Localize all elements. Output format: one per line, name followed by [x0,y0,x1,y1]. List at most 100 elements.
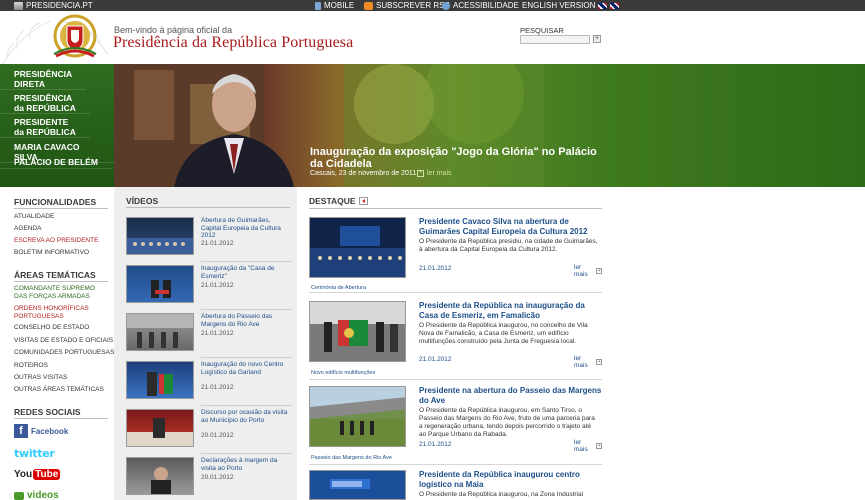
news-date: 21.01.2012 [419,356,452,363]
news-date: 21.01.2012 [419,265,452,272]
rss-icon [364,1,373,10]
video-item[interactable]: Inauguração do novo Centro Logístico da … [126,361,292,406]
video-thumbnail[interactable] [126,361,194,399]
video-item[interactable]: Abertura de Guimarães, Capital Europeia … [126,217,292,262]
video-title[interactable]: Discurso por ocasião da visita ao Municí… [201,409,291,424]
video-item[interactable]: Discurso por ocasião da visita ao Municí… [126,409,292,454]
divider [201,357,292,358]
news-thumbnail[interactable] [309,301,406,362]
news-thumbnail[interactable] [309,470,406,500]
videos-label: videos [27,490,59,500]
news-title[interactable]: Presidente da República na inauguração d… [419,301,603,320]
coat-of-arms-logo[interactable] [46,14,104,61]
english-version-link[interactable]: ENGLISH VERSION [522,0,620,11]
news-thumbnail[interactable] [309,386,406,447]
video-title[interactable]: Inauguração do novo Centro Logístico da … [201,361,291,376]
nav-presidencia-direta[interactable]: PRESIDÊNCIA DIRETA [0,69,87,90]
previous-arrow-icon[interactable] [358,197,368,205]
video-thumbnail[interactable] [126,217,194,255]
read-more-link[interactable]: ler mais + [574,439,602,453]
video-thumbnail[interactable] [126,265,194,303]
link-boletim[interactable]: BOLETIM INFORMATIVO [14,249,89,257]
english-label: ENGLISH VERSION [522,1,596,10]
nav-palacio-belem[interactable]: PALÁCIO DE BELÉM [0,157,112,169]
link-roteiros[interactable]: ROTEIROS [14,362,48,370]
site-link[interactable]: PRESIDENCIA.PT [14,0,93,11]
thumbnail-image [147,372,173,396]
link-comunidades[interactable]: COMUNIDADES PORTUGUESAS [14,349,114,357]
news-item[interactable]: Presidente da República inaugurou centro… [309,470,602,500]
search-input[interactable] [520,35,590,44]
rss-link[interactable]: SUBSCREVER RSS [364,0,450,11]
mobile-link[interactable]: MOBILE [315,0,354,11]
news-item[interactable]: Cerimónia de Abertura Presidente Cavaco … [309,217,602,295]
twitter-link[interactable]: twitter [14,447,55,460]
plus-icon: + [417,170,424,177]
facebook-link[interactable]: f Facebook [14,424,68,438]
read-more-link[interactable]: ler mais + [574,264,602,278]
news-summary: O Presidente da República inaugurou, no … [419,322,588,345]
divider [309,379,602,380]
news-title[interactable]: Presidente na abertura do Passeio das Ma… [419,386,603,405]
divider [309,292,602,293]
news-summary: O Presidente da República presidiu, na c… [419,238,598,253]
video-title[interactable]: Inauguração da "Casa de Esmeriz" [201,265,291,280]
video-title[interactable]: Declarações à margem da visita ao Porto [201,457,291,472]
link-atualidade[interactable]: ATUALIDADE [14,213,54,221]
divider [201,309,292,310]
hero-banner[interactable]: Inauguração da exposição "Jogo da Glória… [114,64,865,187]
hero-title[interactable]: Inauguração da exposição "Jogo da Glória… [310,146,610,170]
news-thumbnail[interactable] [309,217,406,278]
link-visitas-estado[interactable]: VISITAS DE ESTADO E OFICIAIS [14,337,113,345]
link-agenda[interactable]: AGENDA [14,225,41,233]
read-more-link[interactable]: ler mais + [574,355,602,369]
main-nav: PRESIDÊNCIA DIRETA PRESIDÊNCIA da REPÚBL… [0,64,114,187]
news-item[interactable]: Passeio das Margens do Rio Ave President… [309,386,602,466]
video-item[interactable]: Declarações à margem da visita ao Porto … [126,457,292,497]
divider [201,405,292,406]
video-thumbnail[interactable] [126,313,194,351]
thumbnail-image [127,314,193,348]
funcionalidades-heading: FUNCIONALIDADES [14,197,97,207]
news-title[interactable]: Presidente Cavaco Silva na abertura de G… [419,217,603,236]
video-title[interactable]: Abertura do Passeio das Margens do Rio A… [201,313,291,328]
accessibility-link[interactable]: ACESSIBILIDADE [442,0,519,11]
video-camera-icon [14,491,24,500]
video-item[interactable]: Abertura do Passeio das Margens do Rio A… [126,313,292,358]
news-title[interactable]: Presidente da República inaugurou centro… [419,470,603,489]
accessibility-label: ACESSIBILIDADE [453,1,519,10]
link-conselho-estado[interactable]: CONSELHO DE ESTADO [14,324,89,332]
video-thumbnail[interactable] [126,409,194,447]
link-outras-visitas[interactable]: OUTRAS VISITAS [14,374,67,382]
read-more-label: ler mais [574,355,588,369]
youtube-logo: You Tube [14,469,61,480]
link-ordens-honorificas[interactable]: ORDENS HONORÍFICAS PORTUGUESAS [14,305,89,321]
link-line: COMANDANTE SUPREMO [14,285,95,292]
nav-presidencia-republica[interactable]: PRESIDÊNCIA da REPÚBLICA [0,93,90,114]
thumbnail-image [151,467,171,494]
left-sidebar: FUNCIONALIDADES ATUALIDADE AGENDA ESCREV… [0,187,114,500]
thumbnail-image [310,387,405,446]
youtube-tube: Tube [33,469,61,480]
plus-icon: + [596,443,602,449]
link-outras-areas[interactable]: OUTRAS ÁREAS TEMÁTICAS [14,386,104,394]
videos-link[interactable]: videos [14,490,59,500]
divider [201,453,292,454]
facebook-label: Facebook [31,426,69,436]
search-button[interactable]: + [593,35,601,43]
video-date: 20.01.2012 [201,474,234,481]
video-thumbnail[interactable] [126,457,194,495]
divider [309,208,602,209]
nav-presidente-republica[interactable]: PRESIDENTE da REPÚBLICA [0,117,90,138]
news-summary: O Presidente da República inaugurou, em … [419,407,595,438]
thumbnail-caption: Passeio das Margens do Rio Ave [311,455,392,461]
news-item[interactable]: Novo edifício multifunções Presidente da… [309,301,602,381]
hero-read-more[interactable]: + ler mais [417,170,452,177]
link-comandante-supremo[interactable]: COMANDANTE SUPREMO DAS FORÇAS ARMADAS [14,285,95,301]
facebook-icon: f [14,424,28,438]
site-brand-title[interactable]: Presidência da República Portuguesa [113,34,353,52]
link-escreva-presidente[interactable]: ESCREVA AO PRESIDENTE [14,237,98,245]
youtube-link[interactable]: You Tube [14,469,61,480]
video-item[interactable]: Inauguração da "Casa de Esmeriz" 21.01.2… [126,265,292,310]
video-title[interactable]: Abertura de Guimarães, Capital Europeia … [201,217,291,240]
